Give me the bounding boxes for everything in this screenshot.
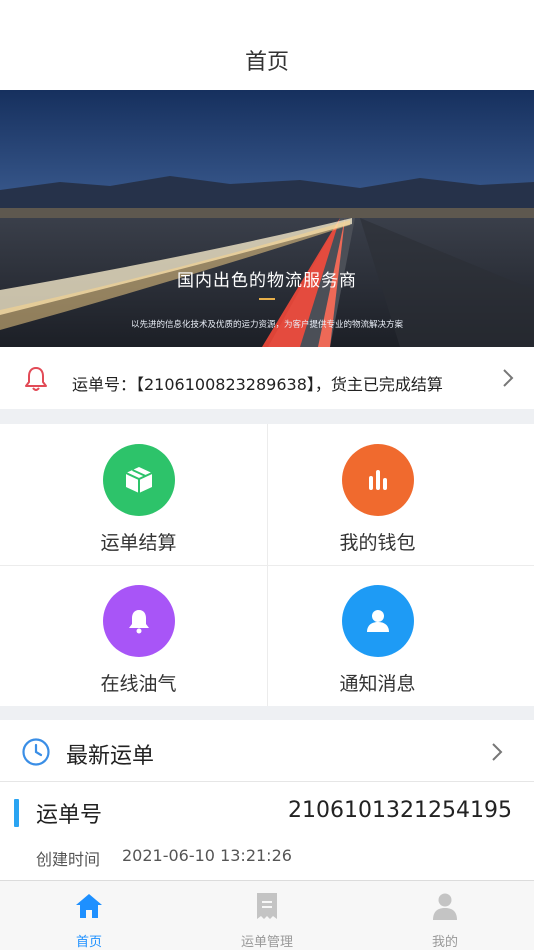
grid-item-label: 我的钱包 bbox=[339, 532, 416, 554]
order-indicator bbox=[14, 799, 19, 827]
grid-item-label: 运单结算 bbox=[100, 532, 177, 554]
notice-bar[interactable]: 运单号：【2106100823289638】，货主已完成结算 bbox=[0, 347, 534, 409]
latest-orders-title: 最新运单 bbox=[66, 744, 155, 769]
grid-item-icon bbox=[103, 585, 175, 657]
grid-item-label: 通知消息 bbox=[339, 673, 416, 695]
chevron-right-icon bbox=[492, 743, 503, 761]
grid-item-messages[interactable]: 通知消息 bbox=[244, 565, 511, 706]
notice-text: 运单号：【2106100823289638】，货主已完成结算 bbox=[72, 375, 443, 394]
person-icon bbox=[433, 893, 457, 920]
tab-mine[interactable]: 我的 bbox=[356, 881, 534, 950]
created-time-label: 创建时间 bbox=[36, 850, 101, 869]
banner-image bbox=[0, 90, 534, 347]
banner-subline: 以先进的信息化技术及优质的运力资源，为客户提供专业的物流解决方案 bbox=[130, 320, 403, 330]
order-card[interactable]: 运单号 2106101321254195 创建时间 2021-06-10 13:… bbox=[0, 783, 534, 880]
tab-home[interactable]: 首页 bbox=[0, 881, 178, 950]
banner-carousel[interactable]: 国内出色的物流服务商 以先进的信息化技术及优质的运力资源，为客户提供专业的物流解… bbox=[0, 90, 534, 347]
grid-divider bbox=[0, 565, 534, 566]
grid-item-settlement[interactable]: 运单结算 bbox=[5, 424, 272, 565]
grid-item-icon bbox=[103, 444, 175, 516]
tab-label: 首页 bbox=[75, 935, 102, 950]
bottom-tab-bar: 首页 运单管理 我的 bbox=[0, 880, 534, 950]
top-header: 首页 bbox=[0, 0, 534, 90]
box-icon bbox=[125, 467, 153, 493]
chevron-right-icon bbox=[503, 369, 514, 387]
grid-item-label: 在线油气 bbox=[100, 673, 177, 695]
receipt-icon bbox=[257, 893, 277, 919]
grid-item-wallet[interactable]: 我的钱包 bbox=[244, 424, 511, 565]
home-icon bbox=[76, 894, 102, 918]
banner-headline: 国内出色的物流服务商 bbox=[177, 271, 357, 291]
user-icon bbox=[367, 610, 389, 632]
created-time: 2021-06-10 13:21:26 bbox=[122, 846, 292, 865]
order-number-label: 运单号 bbox=[36, 803, 103, 828]
tab-label: 运单管理 bbox=[240, 935, 293, 950]
tab-label: 我的 bbox=[431, 935, 458, 950]
grid-item-icon bbox=[342, 585, 414, 657]
bell-icon bbox=[129, 610, 149, 634]
order-number: 2106101321254195 bbox=[288, 798, 512, 823]
bar-chart-icon bbox=[369, 470, 387, 490]
tab-order-management[interactable]: 运单管理 bbox=[178, 881, 356, 950]
grid-item-fuel[interactable]: 在线油气 bbox=[5, 565, 272, 706]
section-gap bbox=[0, 706, 534, 720]
latest-orders-header[interactable]: 最新运单 bbox=[0, 720, 534, 782]
section-gap bbox=[0, 409, 534, 424]
bell-icon bbox=[25, 367, 47, 391]
clock-icon bbox=[22, 738, 50, 766]
grid-item-icon bbox=[342, 444, 414, 516]
page-title: 首页 bbox=[244, 50, 289, 75]
banner-divider bbox=[259, 298, 275, 300]
